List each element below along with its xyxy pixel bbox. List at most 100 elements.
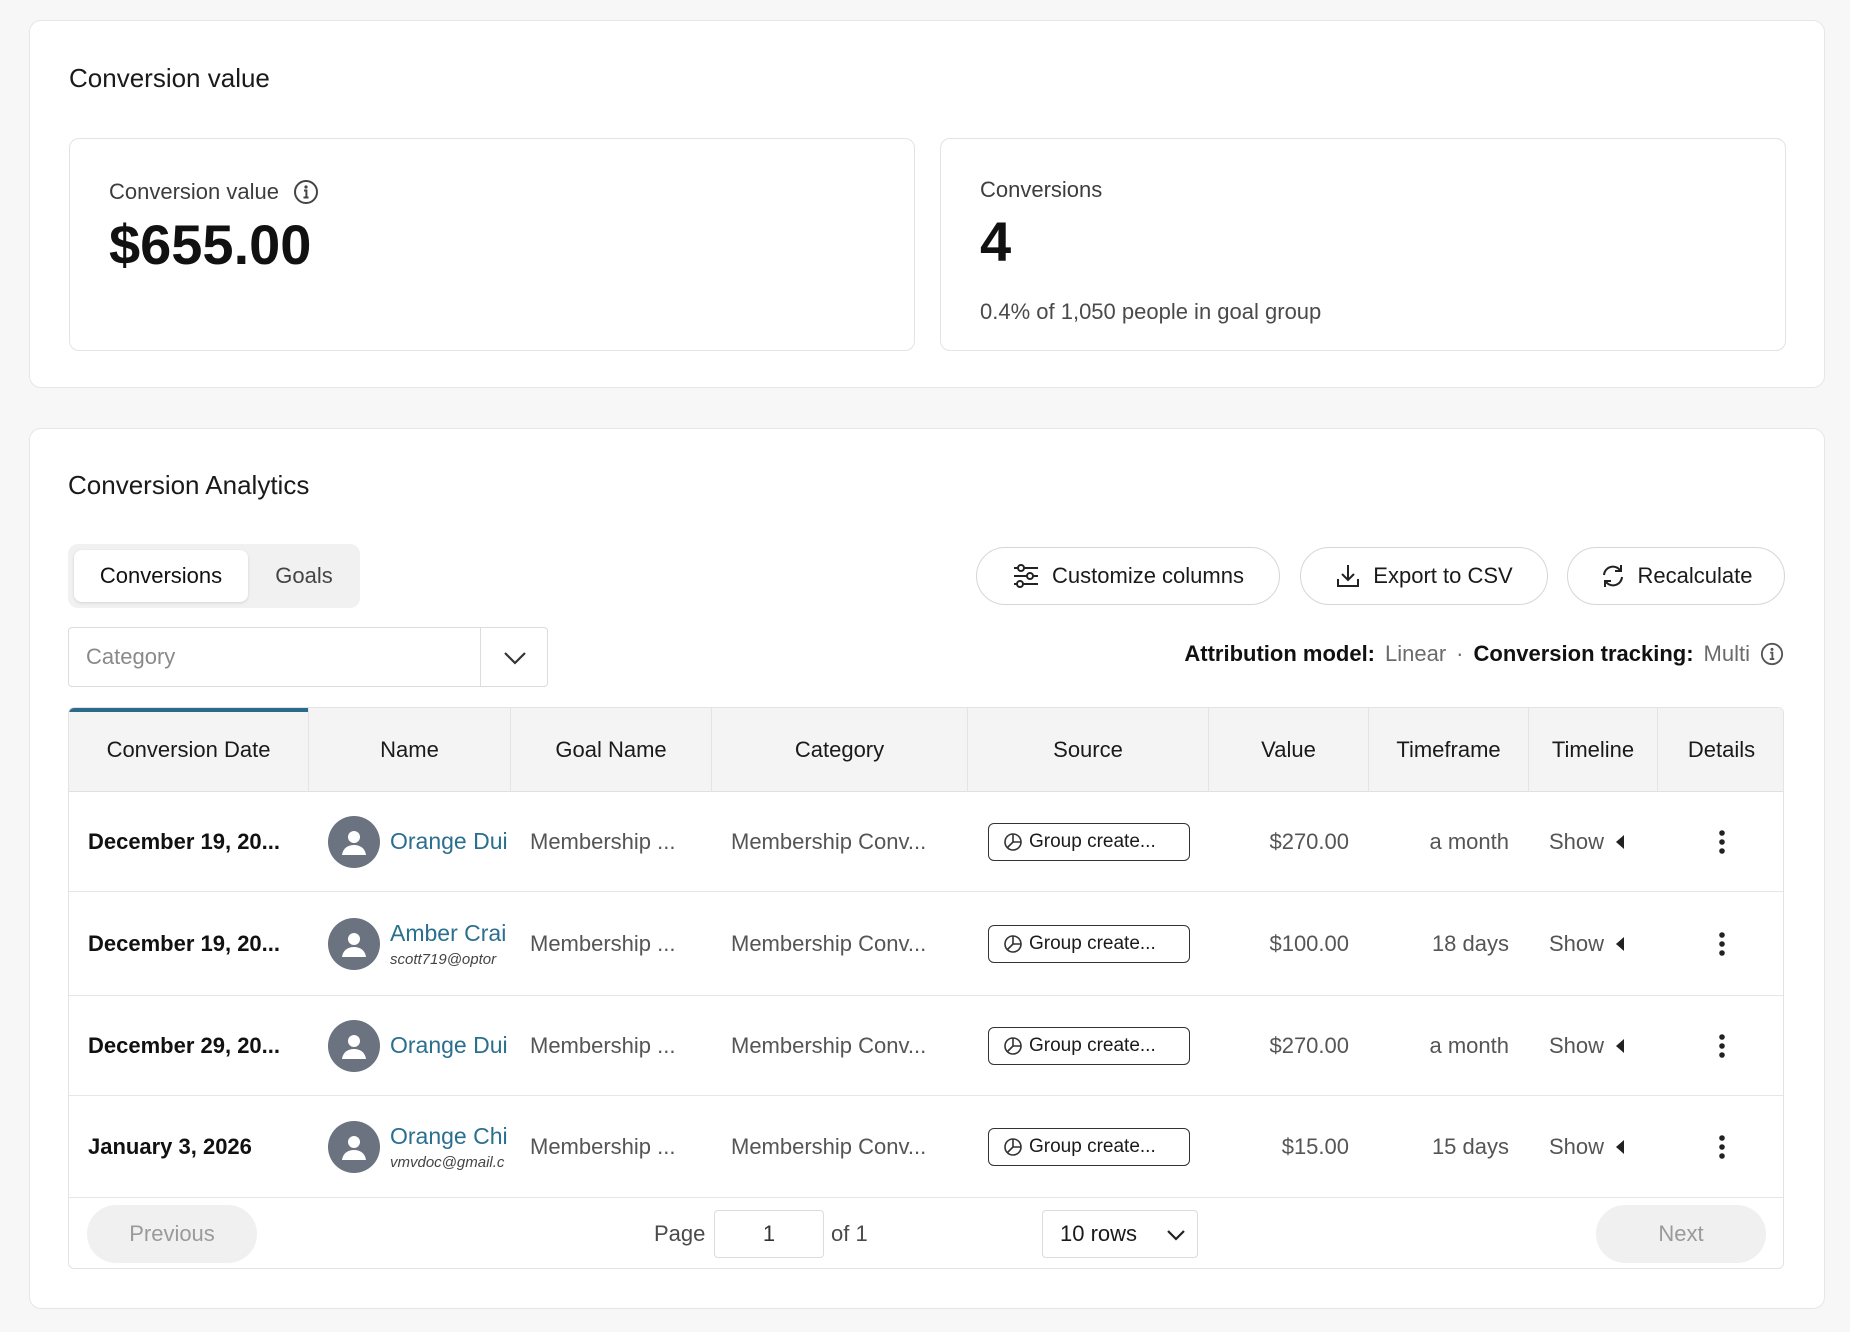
- column-header-category[interactable]: Category: [712, 708, 968, 792]
- category-value: Membership Conv...: [731, 1032, 927, 1058]
- avatar: [328, 1120, 380, 1173]
- row-actions-menu[interactable]: [1658, 892, 1783, 995]
- customize-columns-button[interactable]: Customize columns: [976, 547, 1280, 605]
- source-cell: Group create...: [988, 792, 1208, 891]
- timeframe-value: 15 days: [1431, 1133, 1509, 1159]
- rows-per-page-select[interactable]: 10 rows: [1042, 1210, 1198, 1258]
- value-amount: $270.00: [1269, 1032, 1349, 1058]
- source-label: Group create...: [1029, 932, 1156, 954]
- recalculate-button[interactable]: Recalculate: [1567, 547, 1785, 605]
- column-header-details[interactable]: Details: [1658, 708, 1783, 792]
- column-header-conversion-date[interactable]: Conversion Date: [69, 708, 309, 792]
- conversions-count: 4: [980, 210, 1012, 273]
- column-header-timeframe[interactable]: Timeframe: [1369, 708, 1529, 792]
- category-value: Membership Conv...: [731, 828, 927, 854]
- export-csv-label: Export to CSV: [1373, 563, 1513, 588]
- row-actions-menu[interactable]: [1658, 792, 1783, 891]
- more-vertical-icon: [1718, 931, 1726, 957]
- attribution-model-label: Attribution model:: [1184, 641, 1376, 666]
- info-icon[interactable]: [293, 179, 319, 205]
- conversion-tracking-value: Multi: [1703, 641, 1750, 666]
- name-cell: Orange Dui: [328, 792, 511, 891]
- next-page-button[interactable]: Next: [1596, 1205, 1766, 1263]
- conversion-tracking-label: Conversion tracking:: [1473, 641, 1694, 666]
- timeline-show-label: Show: [1549, 1133, 1605, 1159]
- select-divider: [480, 628, 481, 686]
- column-header-source[interactable]: Source: [968, 708, 1209, 792]
- column-header-timeline[interactable]: Timeline: [1529, 708, 1658, 792]
- row-actions-menu[interactable]: [1658, 1096, 1783, 1197]
- category-filter-select[interactable]: Category: [68, 627, 548, 687]
- conversion-date: December 19, 20...: [88, 930, 281, 956]
- source-label: Group create...: [1029, 1034, 1156, 1056]
- person-name-link[interactable]: Orange Chi: [390, 1123, 508, 1150]
- source-badge[interactable]: Group create...: [988, 1026, 1190, 1065]
- timeline-toggle[interactable]: Show: [1549, 792, 1649, 891]
- avatar: [328, 917, 380, 970]
- page-number-input[interactable]: 1: [714, 1210, 824, 1258]
- column-header-value[interactable]: Value: [1209, 708, 1369, 792]
- row-actions-menu[interactable]: [1658, 996, 1783, 1095]
- conversions-subtext: 0.4% of 1,050 people in goal group: [980, 299, 1322, 324]
- source-badge[interactable]: Group create...: [988, 924, 1190, 963]
- conversion-value-label: Conversion value: [109, 179, 279, 204]
- value-amount: $270.00: [1269, 828, 1349, 854]
- column-header-goal-name[interactable]: Goal Name: [511, 708, 712, 792]
- source-badge[interactable]: Group create...: [988, 822, 1190, 861]
- table-row: December 19, 20... Amber Crai scott719@o…: [69, 892, 1783, 996]
- caret-left-icon: [1614, 1037, 1626, 1055]
- conversion-value-card: Conversion value Conversion value $655.0…: [29, 20, 1825, 388]
- table-header: Conversion Date Name Goal Name Category …: [69, 708, 1783, 792]
- source-cell: Group create...: [988, 996, 1208, 1095]
- tab-conversions[interactable]: Conversions: [74, 550, 248, 602]
- avatar: [328, 815, 380, 868]
- timeline-show-label: Show: [1549, 1032, 1605, 1058]
- timeframe-value: 18 days: [1431, 930, 1509, 956]
- view-tabs: Conversions Goals: [68, 544, 360, 608]
- person-info: Amber Crai scott719@optor: [390, 920, 506, 968]
- recalculate-label: Recalculate: [1637, 563, 1753, 588]
- chevron-down-icon[interactable]: [501, 644, 529, 672]
- previous-page-button[interactable]: Previous: [87, 1205, 257, 1263]
- conversion-value-label-row: Conversion value: [109, 179, 319, 205]
- source-label: Group create...: [1029, 830, 1156, 852]
- chevron-down-icon: [1165, 1225, 1187, 1245]
- export-csv-button[interactable]: Export to CSV: [1300, 547, 1548, 605]
- timeframe-value: a month: [1429, 828, 1510, 854]
- name-cell: Orange Dui: [328, 996, 511, 1095]
- conversions-table: Conversion Date Name Goal Name Category …: [68, 707, 1784, 1269]
- person-email: vmvdoc@gmail.c: [390, 1153, 505, 1171]
- person-name-link[interactable]: Amber Crai: [390, 920, 506, 947]
- source-cell: Group create...: [988, 1096, 1208, 1197]
- sliders-icon: [1012, 563, 1040, 589]
- goal-name: Membership ...: [530, 828, 676, 854]
- value-amount: $100.00: [1269, 930, 1349, 956]
- conversion-value-stat: Conversion value $655.00: [69, 138, 915, 351]
- source-cell: Group create...: [988, 892, 1208, 995]
- goal-name: Membership ...: [530, 1032, 676, 1058]
- info-icon[interactable]: [1760, 642, 1784, 666]
- table-row: December 19, 20... Orange Dui Membership…: [69, 792, 1783, 892]
- pie-chart-icon: [1003, 1137, 1023, 1157]
- timeline-toggle[interactable]: Show: [1549, 996, 1649, 1095]
- conversion-date: January 3, 2026: [88, 1133, 252, 1159]
- name-cell: Orange Chi vmvdoc@gmail.c: [328, 1096, 511, 1197]
- column-header-name[interactable]: Name: [309, 708, 511, 792]
- attribution-separator: ·: [1456, 641, 1464, 666]
- tab-goals[interactable]: Goals: [254, 550, 354, 602]
- timeline-toggle[interactable]: Show: [1549, 892, 1649, 995]
- rows-per-page-value: 10 rows: [1060, 1221, 1138, 1246]
- timeline-show-label: Show: [1549, 930, 1605, 956]
- conversion-value-amount: $655.00: [109, 213, 312, 276]
- value-amount: $15.00: [1281, 1133, 1349, 1159]
- more-vertical-icon: [1718, 829, 1726, 855]
- page-count-label: of 1: [831, 1221, 868, 1246]
- category-value: Membership Conv...: [731, 930, 927, 956]
- person-name-link[interactable]: Orange Dui: [390, 1032, 508, 1059]
- category-value: Membership Conv...: [731, 1133, 927, 1159]
- customize-columns-label: Customize columns: [1052, 563, 1244, 588]
- person-name-link[interactable]: Orange Dui: [390, 828, 508, 855]
- source-badge[interactable]: Group create...: [988, 1127, 1190, 1166]
- section-title-conversion-value: Conversion value: [69, 63, 270, 93]
- timeline-toggle[interactable]: Show: [1549, 1096, 1649, 1197]
